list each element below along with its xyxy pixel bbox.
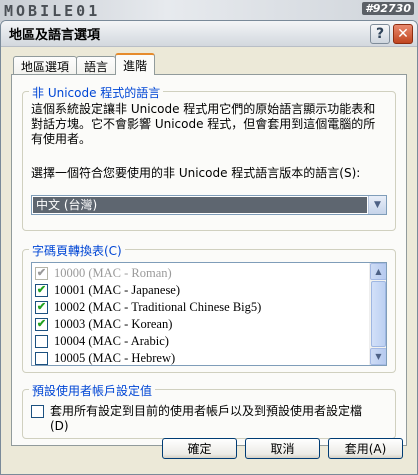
watermark-logo: MOBILE01 [4, 2, 101, 20]
list-item-label: 10000 (MAC - Roman) [54, 266, 172, 280]
check-icon: ✔ [35, 267, 48, 280]
scroll-thumb[interactable] [371, 281, 386, 347]
language-dropdown-value: 中文 (台灣) [33, 197, 367, 213]
tab-advanced[interactable]: 進階 [115, 53, 156, 75]
code-page-list[interactable]: ✔ 10000 (MAC - Roman) ✔ 10001 (MAC - Jap… [31, 262, 387, 366]
advanced-tab-panel: 非 Unicode 程式的語言 這個系統設定讓非 Unicode 程式用它們的原… [11, 74, 407, 446]
default-user-option[interactable]: 套用所有設定到目前的使用者帳戶以及到預設使用者設定檔(D) [31, 404, 370, 434]
list-item-label: 10003 (MAC - Korean) [54, 317, 173, 331]
checkbox[interactable] [35, 335, 48, 348]
ok-button[interactable]: 確定 [162, 438, 237, 459]
window-title: 地區及語言選項 [9, 28, 101, 43]
cancel-button[interactable]: 取消 [245, 438, 320, 459]
chevron-down-icon[interactable]: ▼ [368, 196, 386, 214]
list-item[interactable]: 10004 (MAC - Arabic) [32, 333, 368, 350]
tab-regional-options[interactable]: 地區選項 [13, 56, 78, 75]
default-user-label: 套用所有設定到目前的使用者帳戶以及到預設使用者設定檔(D) [50, 404, 363, 433]
check-icon[interactable]: ✔ [35, 284, 48, 297]
list-item[interactable]: ✔ 10002 (MAC - Traditional Chinese Big5) [32, 299, 368, 316]
code-page-items: ✔ 10000 (MAC - Roman) ✔ 10001 (MAC - Jap… [32, 265, 368, 365]
language-dropdown[interactable]: 中文 (台灣) ▼ [31, 195, 387, 215]
list-item[interactable]: ✔ 10003 (MAC - Korean) [32, 316, 368, 333]
code-page-legend: 字碼頁轉換表(C) [29, 242, 125, 259]
list-item[interactable]: ✔ 10001 (MAC - Japanese) [32, 282, 368, 299]
language-select-label: 選擇一個符合您要使用的非 Unicode 程式語言版本的語言(S): [31, 166, 361, 180]
list-item-label: 10002 (MAC - Traditional Chinese Big5) [54, 300, 262, 314]
list-item[interactable]: 10005 (MAC - Hebrew) [32, 350, 368, 365]
non-unicode-group: 非 Unicode 程式的語言 這個系統設定讓非 Unicode 程式用它們的原… [22, 84, 396, 231]
non-unicode-legend: 非 Unicode 程式的語言 [29, 84, 164, 101]
title-bar[interactable]: 地區及語言選項 ? ✕ [1, 21, 417, 47]
regional-language-dialog: 地區及語言選項 ? ✕ 地區選項 語言 進階 非 Unicode 程式的語言 這… [0, 20, 418, 475]
default-user-group: 預設使用者帳戶設定值 套用所有設定到目前的使用者帳戶以及到預設使用者設定檔(D) [22, 382, 396, 439]
close-button[interactable]: ✕ [393, 23, 413, 44]
default-user-checkbox[interactable] [31, 405, 44, 418]
default-user-legend: 預設使用者帳戶設定值 [29, 382, 156, 399]
list-item-label: 10005 (MAC - Hebrew) [54, 351, 176, 365]
list-scrollbar[interactable]: ▲ ▼ [369, 263, 386, 365]
list-item-label: 10001 (MAC - Japanese) [54, 283, 181, 297]
help-button[interactable]: ? [370, 23, 390, 44]
scroll-down-icon[interactable]: ▼ [370, 348, 386, 365]
title-bar-buttons: ? ✕ [370, 23, 413, 44]
code-page-group: 字碼頁轉換表(C) ✔ 10000 (MAC - Roman) ✔ 10001 … [22, 242, 396, 373]
list-item: ✔ 10000 (MAC - Roman) [32, 265, 368, 282]
list-item-label: 10004 (MAC - Arabic) [54, 334, 169, 348]
tab-languages[interactable]: 語言 [76, 56, 117, 75]
watermark-post-id: #92730 [362, 2, 414, 15]
checkbox[interactable] [35, 352, 48, 365]
check-icon[interactable]: ✔ [35, 301, 48, 314]
scroll-up-icon[interactable]: ▲ [370, 263, 386, 280]
tab-strip: 地區選項 語言 進階 [13, 53, 156, 75]
apply-button[interactable]: 套用(A) [328, 438, 403, 459]
check-icon[interactable]: ✔ [35, 318, 48, 331]
non-unicode-description: 這個系統設定讓非 Unicode 程式用它們的原始語言顯示功能表和對話方塊。它不… [31, 102, 376, 146]
